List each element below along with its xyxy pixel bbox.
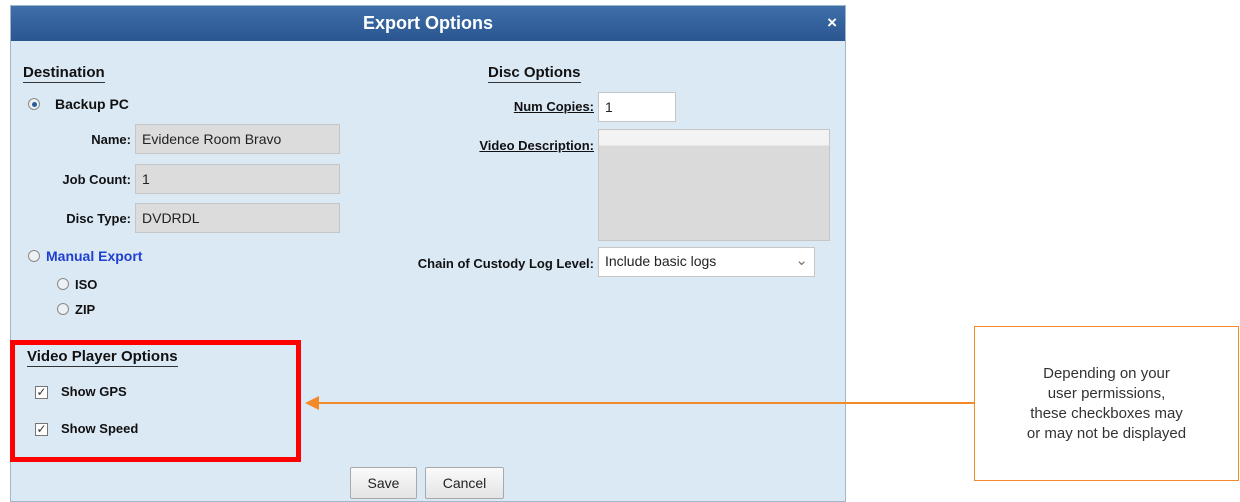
close-icon[interactable]: × (827, 14, 837, 31)
chevron-down-icon: ⌄ (795, 252, 808, 269)
video-description-label: Video Description: (479, 138, 594, 153)
iso-label: ISO (75, 277, 98, 292)
callout-line-4: or may not be displayed (1026, 424, 1187, 442)
save-button[interactable]: Save (350, 467, 417, 499)
dialog-title: Export Options (363, 13, 493, 33)
disc-type-field: DVDRDL (135, 203, 340, 233)
video-description-textarea[interactable] (598, 129, 830, 241)
callout-line-1: Depending on your (1043, 364, 1170, 382)
backup-pc-label: Backup PC (55, 96, 129, 112)
video-player-options-highlight (10, 340, 301, 462)
zip-radio[interactable] (57, 303, 69, 315)
annotation-callout: Depending on your user permissions, thes… (974, 326, 1239, 481)
num-copies-input[interactable]: 1 (598, 92, 676, 122)
disc-type-label: Disc Type: (66, 211, 131, 226)
job-count-field: 1 (135, 164, 340, 194)
manual-export-radio[interactable] (28, 250, 40, 262)
name-label: Name: (91, 132, 131, 147)
callout-line-2: user permissions, (1047, 384, 1166, 402)
cancel-button[interactable]: Cancel (425, 467, 504, 499)
chain-of-custody-label: Chain of Custody Log Level: (417, 256, 594, 271)
disc-options-heading: Disc Options (488, 64, 581, 83)
annotation-arrow-line (318, 402, 974, 404)
job-count-label: Job Count: (62, 172, 131, 187)
name-field: Evidence Room Bravo (135, 124, 340, 154)
zip-label: ZIP (75, 302, 96, 317)
dialog-titlebar: Export Options × (11, 6, 845, 41)
iso-radio[interactable] (57, 278, 69, 290)
chain-of-custody-select[interactable]: Include basic logs ⌄ (598, 247, 815, 277)
annotation-arrow-head-icon (305, 396, 319, 410)
destination-heading: Destination (23, 64, 105, 83)
callout-line-3: these checkboxes may (1030, 404, 1183, 422)
chain-of-custody-value: Include basic logs (605, 253, 717, 269)
backup-pc-radio[interactable] (28, 98, 40, 110)
manual-export-label[interactable]: Manual Export (46, 248, 142, 264)
num-copies-label: Num Copies: (513, 99, 594, 114)
